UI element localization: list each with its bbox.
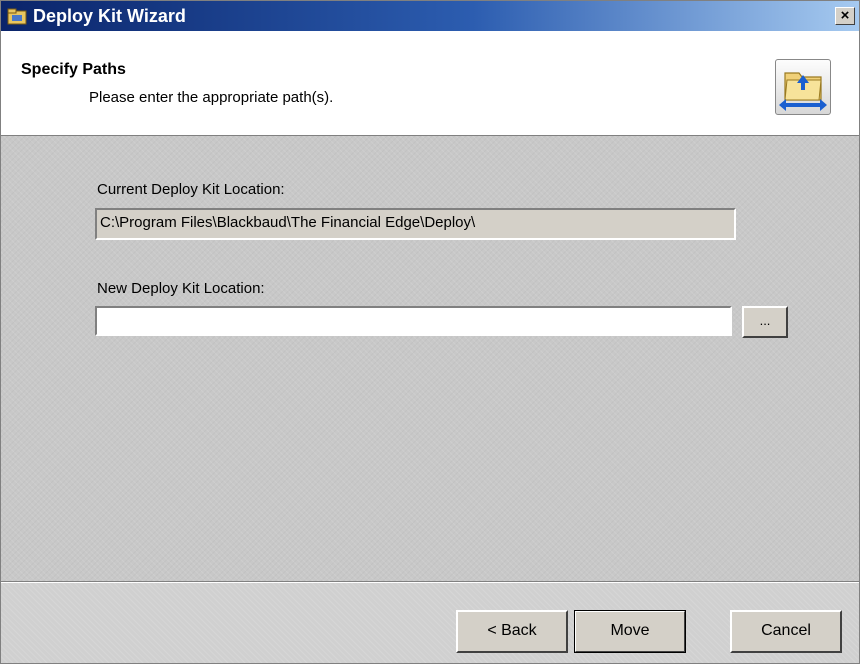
page-title: Specify Paths — [21, 61, 126, 78]
browse-button[interactable]: ... — [742, 306, 788, 338]
current-location-field: C:\Program Files\Blackbaud\The Financial… — [95, 208, 736, 240]
page-subtitle: Please enter the appropriate path(s). — [89, 89, 334, 106]
move-button[interactable]: Move — [574, 610, 686, 653]
new-location-label: New Deploy Kit Location: — [97, 280, 265, 297]
wizard-window: Deploy Kit Wizard × Specify Paths Please… — [0, 0, 860, 664]
new-location-input[interactable] — [95, 306, 732, 336]
title-bar[interactable]: Deploy Kit Wizard × — [1, 1, 859, 31]
folder-move-icon — [775, 59, 831, 115]
cancel-button[interactable]: Cancel — [730, 610, 842, 653]
window-title: Deploy Kit Wizard — [33, 6, 186, 26]
back-button[interactable]: < Back — [456, 610, 568, 653]
wizard-body — [1, 136, 859, 581]
app-icon — [7, 7, 27, 25]
close-button[interactable]: × — [835, 7, 855, 25]
wizard-header: Specify Paths Please enter the appropria… — [1, 31, 859, 136]
current-location-label: Current Deploy Kit Location: — [97, 181, 285, 198]
